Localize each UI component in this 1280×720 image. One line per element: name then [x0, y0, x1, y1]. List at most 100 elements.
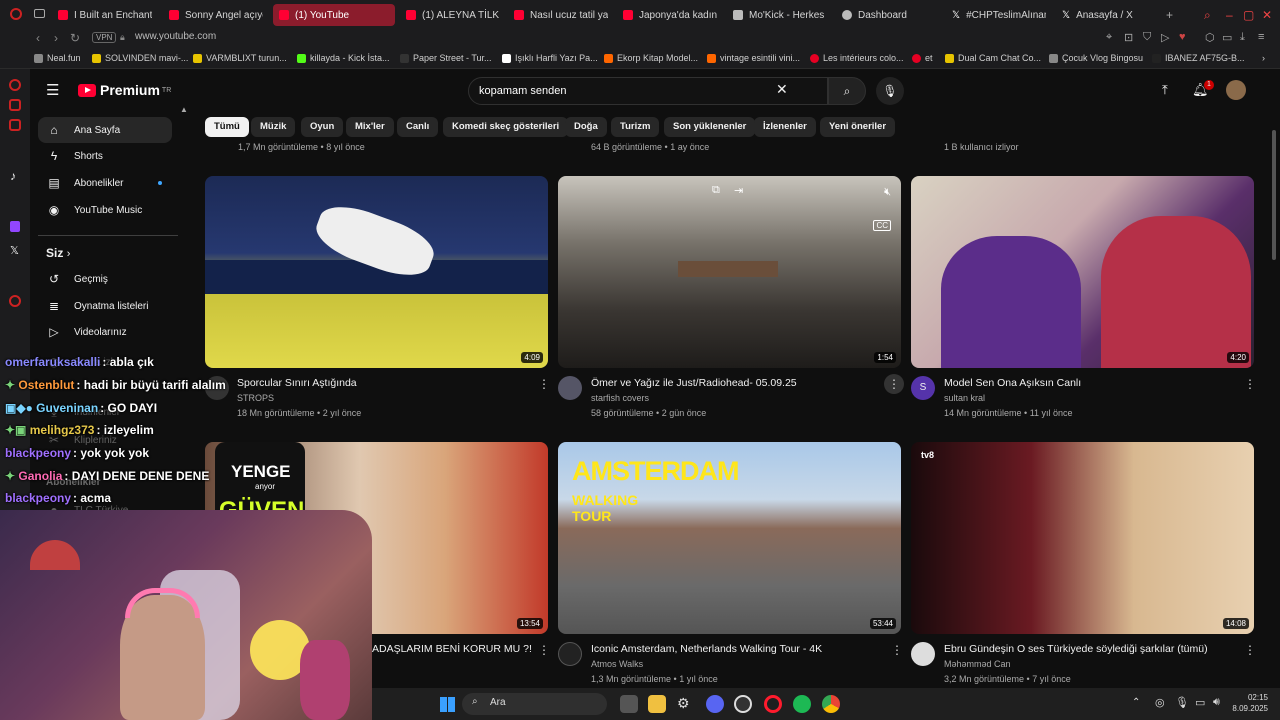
bookmark-interieurs[interactable]: Les intérieurs colo... [810, 53, 904, 63]
more-actions-icon[interactable]: ⋮ [884, 374, 904, 394]
new-tab-icon[interactable]: + [1166, 8, 1173, 22]
video-channel[interactable]: Məhəmməd Can [944, 659, 1011, 669]
reload-icon[interactable]: ↻ [70, 31, 80, 45]
bookmark-solvinden[interactable]: SOLVINDEN mavi-... [92, 53, 188, 63]
bookmark-vintage[interactable]: vintage esintili vini... [707, 53, 800, 63]
more-actions-icon[interactable]: ⋮ [891, 643, 903, 657]
bookmark-cocuk-vlog[interactable]: Çocuk Vlog Bingosu [1049, 53, 1143, 63]
taskbar-search-input[interactable]: ⌕ Ara [462, 693, 607, 715]
chip-watched[interactable]: İzlenenler [754, 117, 816, 137]
guide-section-you[interactable]: Siz › [46, 246, 70, 260]
video-title[interactable]: ADAŞLARIM BENİ KORUR MU ?! [372, 643, 532, 655]
chrome-icon[interactable] [822, 695, 840, 713]
youtube-premium-logo[interactable]: Premium TR [78, 82, 171, 98]
search-input[interactable]: kopamam senden [468, 77, 828, 105]
aria-icon[interactable] [9, 79, 21, 91]
network-icon[interactable]: ▭ [1195, 696, 1205, 709]
tab-ucuz-tatil[interactable]: Nasıl ucuz tatil yapıl [508, 4, 608, 26]
player-icon[interactable]: ▷ [1161, 31, 1169, 44]
heart-icon[interactable]: ♥ [1179, 31, 1186, 43]
voice-search-button[interactable]: 🎙︎ [876, 77, 904, 105]
download-icon[interactable]: ⤓ [1240, 31, 1245, 44]
shield-icon[interactable]: ⛉ [1143, 31, 1151, 44]
bookmark-ibanez[interactable]: IBANEZ AF75G-B... [1152, 53, 1245, 63]
tiktok-icon[interactable]: ♪ [10, 169, 16, 183]
extensions-icon[interactable]: ⬡ [1205, 31, 1215, 44]
url-field[interactable]: www.youtube.com [135, 31, 216, 42]
player-sidebar-icon[interactable] [9, 295, 21, 307]
video-thumbnail[interactable]: 🔇︎ CC ⧉ ⇥ 1:54 [558, 176, 901, 368]
guide-item-history[interactable]: ↺ Geçmiş [38, 266, 172, 292]
account-avatar[interactable] [1226, 80, 1246, 100]
chip-comedy[interactable]: Komedi skeç gösterileri [443, 117, 569, 137]
add-to-queue-icon[interactable]: ⧉ [712, 184, 720, 197]
volume-icon[interactable]: 🔊︎ [1213, 696, 1220, 709]
taskbar-clock[interactable]: 02:15 8.09.2025 [1232, 692, 1268, 714]
guide-item-home[interactable]: ⌂ Ana Sayfa [38, 117, 172, 143]
bookmark-et[interactable]: et [912, 53, 933, 63]
maximize-icon[interactable]: ▢ [1243, 8, 1254, 22]
chip-mixes[interactable]: Mix'ler [346, 117, 394, 137]
guide-item-youtube-music[interactable]: ◉ YouTube Music [38, 197, 172, 223]
obs-icon[interactable] [734, 695, 752, 713]
video-title[interactable]: Sporcular Sınırı Aştığında [237, 377, 357, 389]
guide-scroll-up-icon[interactable]: ▲ [180, 105, 188, 114]
page-scrollbar[interactable] [1272, 130, 1276, 260]
back-icon[interactable]: ‹ [36, 31, 40, 45]
tray-chevron-icon[interactable]: ⌃ [1132, 697, 1140, 708]
video-thumbnail[interactable]: 4:20 [911, 176, 1254, 368]
spotify-icon[interactable] [793, 695, 811, 713]
settings-gear-icon[interactable]: ⚙ [677, 695, 695, 713]
bookmark-varmblixt[interactable]: VARMBLIXT turun... [193, 53, 287, 63]
vpn-badge[interactable]: VPN [92, 32, 117, 43]
bookmark-neal-fun[interactable]: Neal.fun [34, 53, 81, 63]
snapshot-icon[interactable]: ⊡ [1124, 31, 1133, 44]
more-actions-icon[interactable]: ⋮ [538, 643, 550, 657]
video-channel[interactable]: starfish covers [591, 393, 649, 403]
video-thumbnail[interactable]: AMSTERDAM WALKING TOUR 53:44 [558, 442, 901, 634]
video-thumbnail[interactable]: tv8 14:08 [911, 442, 1254, 634]
channel-avatar[interactable]: S [911, 376, 935, 400]
channel-avatar[interactable] [911, 642, 935, 666]
channel-avatar[interactable] [558, 376, 582, 400]
bookmark-kick[interactable]: killayda - Kick İsta... [297, 53, 390, 63]
file-explorer-icon[interactable] [648, 695, 666, 713]
forward-icon[interactable]: › [54, 31, 58, 45]
chip-tourism[interactable]: Turizm [611, 117, 660, 137]
pin-icon[interactable]: ⌖ [1106, 31, 1112, 44]
hamburger-menu-icon[interactable]: ☰ [46, 81, 59, 99]
bookmarks-overflow-icon[interactable]: › [1262, 53, 1265, 63]
bookmark-isikli-harfli[interactable]: Işıklı Harfli Yazı Pa... [502, 53, 598, 63]
video-title[interactable]: Ömer ve Yağız ile Just/Radiohead- 05.09.… [591, 377, 797, 389]
search-tabs-icon[interactable]: ⌕ [1204, 8, 1211, 23]
search-button[interactable]: ⌕ [828, 77, 866, 105]
opera-taskbar-icon[interactable] [764, 695, 782, 713]
captions-icon[interactable]: CC [873, 220, 891, 231]
task-view-icon[interactable] [620, 695, 638, 713]
bookmark-paper-street[interactable]: Paper Street - Tur... [400, 53, 492, 63]
chip-music[interactable]: Müzik [251, 117, 296, 137]
guide-item-shorts[interactable]: ϟ Shorts [38, 143, 172, 169]
mute-icon[interactable]: 🔇︎ [884, 186, 891, 199]
chip-live[interactable]: Canlı [397, 117, 439, 137]
twitch-icon[interactable] [10, 221, 20, 232]
tab-overview-icon[interactable] [34, 9, 45, 18]
bookmark-ekorp[interactable]: Ekorp Kitap Model... [604, 53, 698, 63]
more-actions-icon[interactable]: ⋮ [1244, 643, 1256, 657]
tab-youtube[interactable]: (1) YouTube [273, 4, 395, 26]
guide-item-your-videos[interactable]: ▷ Videolarınız [38, 319, 172, 345]
microphone-icon[interactable]: 🎙︎ [1175, 696, 1189, 709]
tab-x-home[interactable]: 𝕏 Anasayfa / X [1056, 4, 1156, 26]
create-icon[interactable]: ⤒ [1162, 82, 1168, 98]
tab-aleyna-tilki[interactable]: (1) ALEYNA TİLKİ YA [400, 4, 500, 26]
watch-later-icon[interactable]: ⇥ [734, 184, 743, 197]
chip-recently-uploaded[interactable]: Son yüklenenler [664, 117, 756, 137]
chip-nature[interactable]: Doğa [565, 117, 607, 137]
video-channel[interactable]: STROPS [237, 393, 274, 403]
windows-start-icon[interactable] [440, 697, 455, 712]
minimize-icon[interactable]: – [1226, 8, 1233, 22]
clear-search-icon[interactable]: ✕ [776, 81, 788, 98]
video-channel[interactable]: Atmos Walks [591, 659, 643, 669]
wallet-icon[interactable]: ▭ [1222, 31, 1232, 44]
video-channel[interactable]: sultan kral [944, 393, 985, 403]
